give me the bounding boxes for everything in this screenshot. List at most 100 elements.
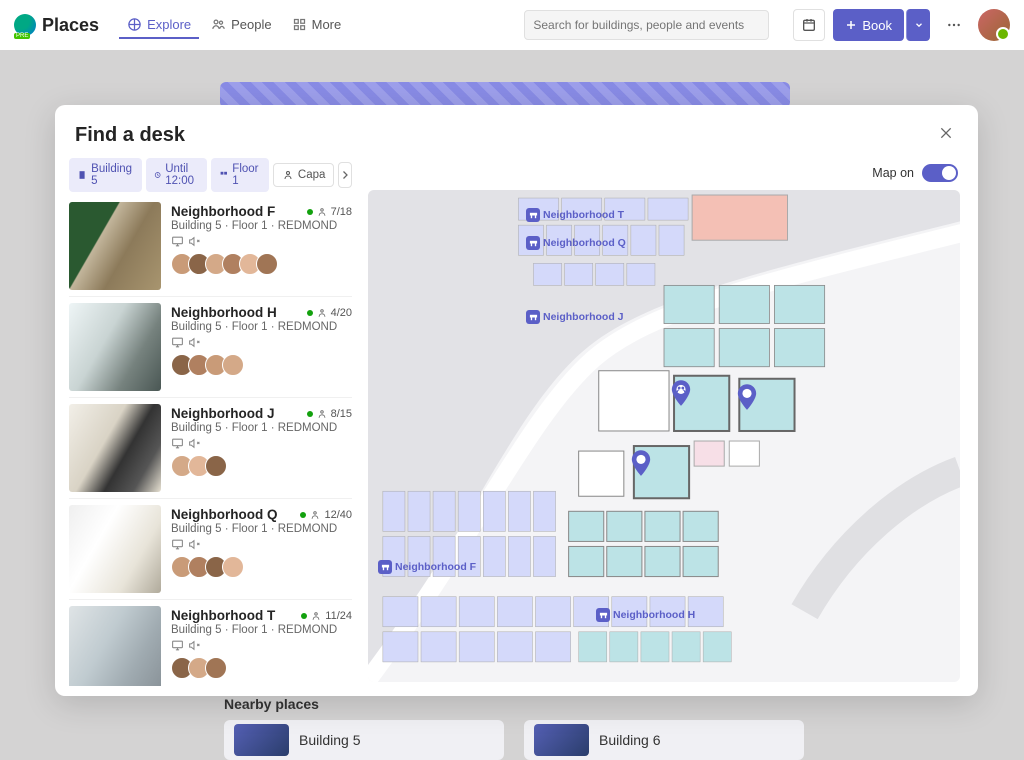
neighborhood-name: Neighborhood J [171,406,275,421]
results-panel: Building 5 Until 12:00 Floor 1 Capa [55,158,360,696]
floor-icon [219,169,229,181]
neighborhood-body: Neighborhood F 7/18 Building 5 · Floor 1… [171,202,352,290]
search-input[interactable] [524,10,769,40]
status-dot [307,209,313,215]
neighborhood-location: Building 5 · Floor 1 · REDMOND [171,624,352,636]
avatar-face [205,657,227,679]
neighborhood-people [171,354,352,376]
neighborhood-amenities [171,235,352,248]
neighborhood-card[interactable]: Neighborhood F 7/18 Building 5 · Floor 1… [69,200,352,297]
user-avatar[interactable] [978,9,1010,41]
neighborhood-card[interactable]: Neighborhood H 4/20 Building 5 · Floor 1… [69,301,352,398]
filter-building-label: Building 5 [91,163,134,187]
neighborhood-occupancy: 12/40 [300,509,352,521]
calendar-button[interactable] [793,9,825,41]
neighborhood-occupancy: 8/15 [307,408,352,420]
map-label-h[interactable]: Neighborhood H [596,608,695,622]
neighborhood-people [171,556,352,578]
no-sound-icon [188,235,201,248]
filter-more[interactable] [338,162,352,188]
person-icon [282,169,294,181]
calendar-icon [801,17,817,33]
nearby-card-b5[interactable]: Building 5 [224,720,504,760]
desk-icon [526,236,540,250]
filter-floor[interactable]: Floor 1 [211,158,269,192]
screen-icon [171,639,184,652]
pre-badge: PRE [14,33,30,39]
app-header: PRE Places Explore People More Book [0,0,1024,50]
person-icon [317,409,327,419]
filter-row: Building 5 Until 12:00 Floor 1 Capa [69,158,352,192]
neighborhood-occupancy: 7/18 [307,206,352,218]
status-dot [307,310,313,316]
tab-more-label: More [312,17,342,32]
neighborhood-people [171,455,352,477]
book-button-label: Book [862,18,892,33]
neighborhood-body: Neighborhood H 4/20 Building 5 · Floor 1… [171,303,352,391]
neighborhood-people [171,253,352,275]
map-label-t[interactable]: Neighborhood T [526,208,624,222]
neighborhood-location: Building 5 · Floor 1 · REDMOND [171,220,352,232]
neighborhood-card[interactable]: Neighborhood T 11/24 Building 5 · Floor … [69,604,352,686]
modal-body: Building 5 Until 12:00 Floor 1 Capa [55,158,978,696]
screen-icon [171,437,184,450]
screen-icon [171,235,184,248]
neighborhood-card[interactable]: Neighborhood J 8/15 Building 5 · Floor 1… [69,402,352,499]
explore-icon [127,17,142,32]
tab-more[interactable]: More [284,12,350,39]
map-label-f[interactable]: Neighborhood F [378,560,476,574]
nearby-thumb [534,724,589,756]
chevron-down-icon [914,20,924,30]
avatar-face [205,455,227,477]
tab-explore[interactable]: Explore [119,12,199,39]
neighborhood-list[interactable]: Neighborhood F 7/18 Building 5 · Floor 1… [69,200,352,686]
filter-time-label: Until 12:00 [165,163,198,187]
map-toggle-row: Map on [368,158,960,190]
app-logo[interactable]: PRE Places [14,14,99,36]
neighborhood-card[interactable]: Neighborhood Q 12/40 Building 5 · Floor … [69,503,352,600]
person-icon [317,308,327,318]
more-button[interactable] [938,9,970,41]
person-icon [317,207,327,217]
map-label-q[interactable]: Neighborhood Q [526,236,626,250]
map-toggle[interactable] [922,164,958,182]
nearby-card-b6[interactable]: Building 6 [524,720,804,760]
find-desk-modal: Find a desk Building 5 Until 12:00 Floor… [55,105,978,696]
close-button[interactable] [934,121,958,150]
neighborhood-location: Building 5 · Floor 1 · REDMOND [171,523,352,535]
neighborhood-thumb [69,202,161,290]
neighborhood-body: Neighborhood T 11/24 Building 5 · Floor … [171,606,352,686]
filter-building[interactable]: Building 5 [69,158,142,192]
no-sound-icon [188,336,201,349]
person-icon [310,510,320,520]
avatar-face [256,253,278,275]
filter-time[interactable]: Until 12:00 [146,158,207,192]
map-pin[interactable] [736,384,758,412]
app-name: Places [42,15,99,36]
neighborhood-name: Neighborhood F [171,204,275,219]
nearby-name: Building 6 [599,732,661,748]
avatar-face [222,354,244,376]
tab-people-label: People [231,17,271,32]
floor-map[interactable]: Neighborhood T Neighborhood Q Neighborho… [368,190,960,682]
desk-icon [526,208,540,222]
map-pin[interactable] [630,450,652,478]
screen-icon [171,336,184,349]
desk-icon [378,560,392,574]
modal-title: Find a desk [75,124,185,147]
chevron-right-icon [339,169,351,181]
filter-capacity[interactable]: Capa [273,163,335,187]
book-button[interactable]: Book [833,9,904,41]
book-dropdown[interactable] [906,9,930,41]
map-pin[interactable] [670,380,692,408]
neighborhood-name: Neighborhood H [171,305,277,320]
person-icon [311,611,321,621]
neighborhood-name: Neighborhood Q [171,507,277,522]
clock-icon [154,169,161,181]
map-label-j[interactable]: Neighborhood J [526,310,624,324]
neighborhood-name: Neighborhood T [171,608,275,623]
tab-people[interactable]: People [203,12,279,39]
neighborhood-body: Neighborhood Q 12/40 Building 5 · Floor … [171,505,352,593]
grid-icon [292,17,307,32]
filter-capacity-label: Capa [298,169,326,181]
